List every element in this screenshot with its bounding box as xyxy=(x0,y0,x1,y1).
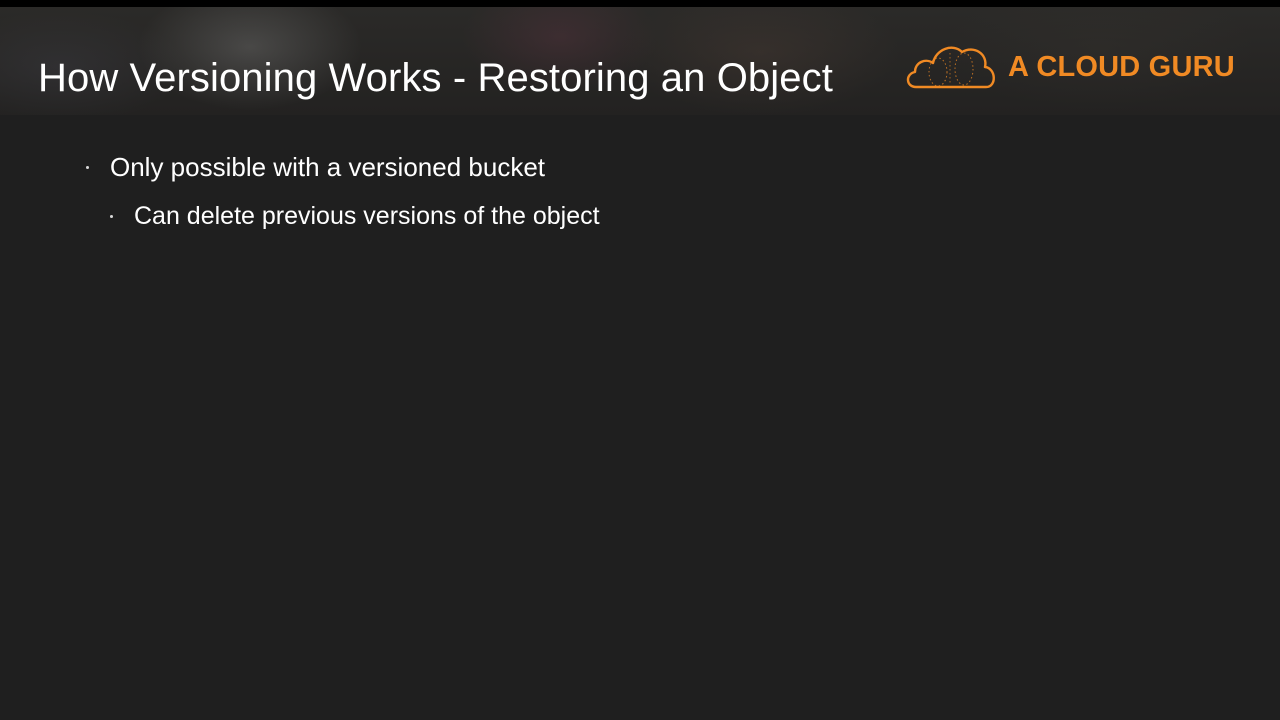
slide-header: How Versioning Works - Restoring an Obje… xyxy=(0,7,1280,115)
bullet-item-level-1: Only possible with a versioned bucket xyxy=(110,152,546,182)
slide-content: Only possible with a versioned bucket Ca… xyxy=(0,115,1280,720)
bullet-item-level-2: Can delete previous versions of the obje… xyxy=(134,202,600,230)
bullet-dot-icon xyxy=(86,166,89,169)
bullet-dot-icon xyxy=(110,215,113,218)
brand-name: A CLOUD GURU xyxy=(1008,51,1235,83)
top-strip xyxy=(0,0,1280,7)
cloud-guru-icon xyxy=(906,46,995,89)
brand-logo: A CLOUD GURU xyxy=(904,41,1244,97)
slide: How Versioning Works - Restoring an Obje… xyxy=(0,0,1280,720)
slide-title: How Versioning Works - Restoring an Obje… xyxy=(38,56,833,100)
